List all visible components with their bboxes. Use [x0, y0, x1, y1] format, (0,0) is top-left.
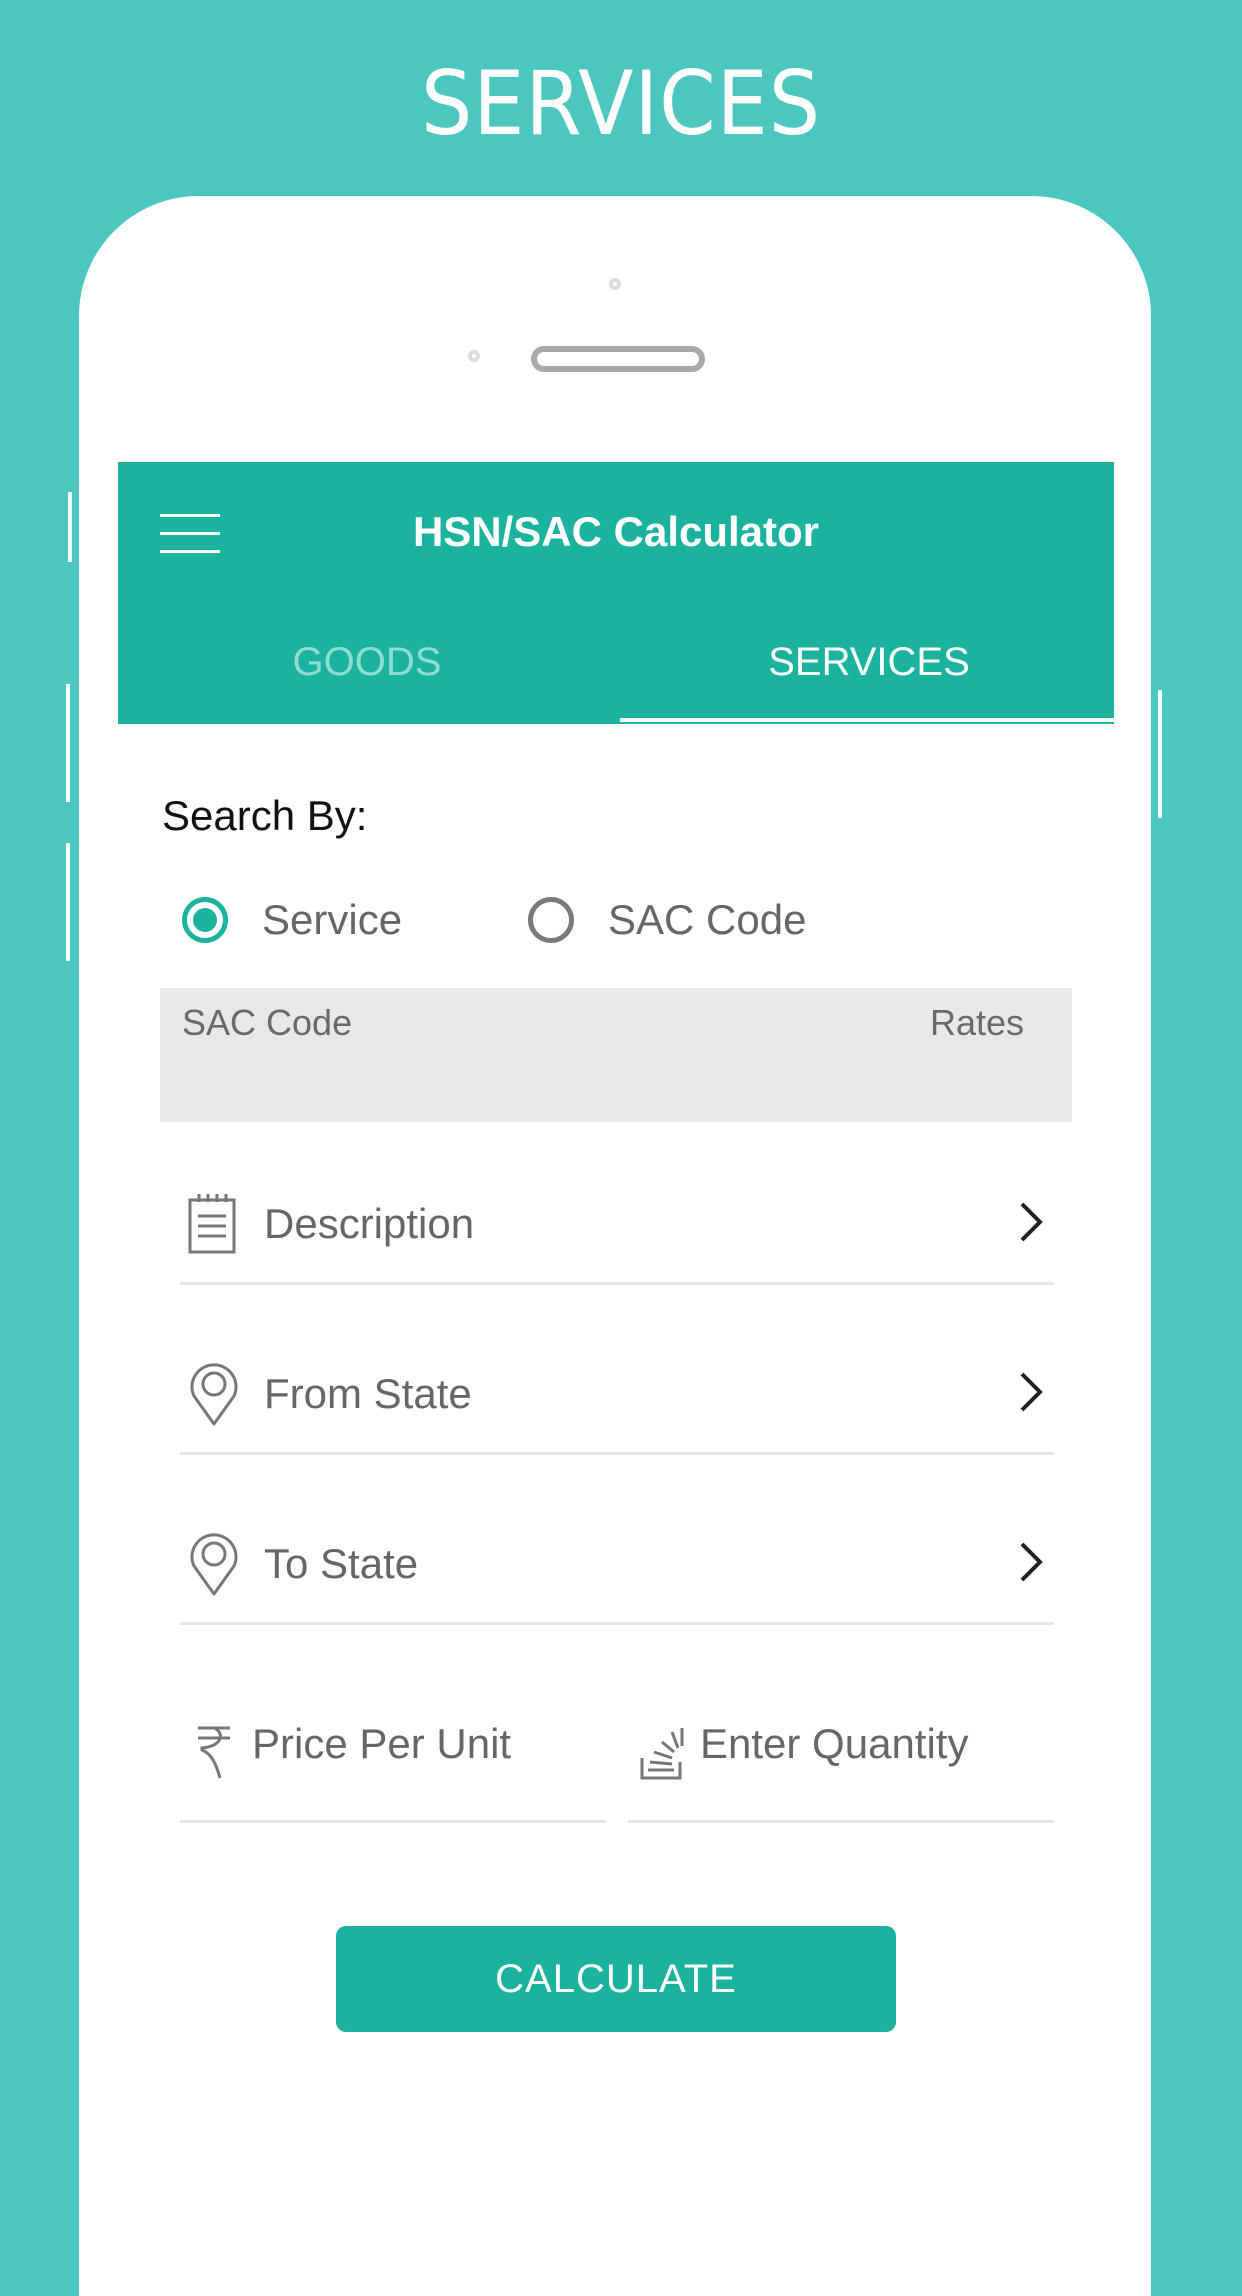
proximity-sensor	[468, 350, 480, 362]
stack-icon	[640, 1728, 684, 1780]
from-state-row[interactable]: From State	[180, 1332, 1054, 1455]
phone-volume-up-button	[66, 684, 70, 802]
row-label: Description	[264, 1200, 475, 1247]
promo-title: SERVICES	[420, 52, 822, 155]
tab-goods[interactable]: GOODS	[118, 632, 616, 720]
app-bar: HSN/SAC Calculator GOODS SERVICES	[118, 462, 1114, 724]
front-camera	[609, 278, 621, 290]
row-label: To State	[264, 1540, 419, 1587]
notepad-icon	[188, 1194, 236, 1254]
earpiece-speaker	[531, 346, 705, 372]
phone-volume-down-button	[66, 843, 70, 961]
chevron-right-icon	[1020, 1542, 1043, 1582]
search-by-label: Search By:	[162, 792, 368, 839]
phone-power-button	[1158, 690, 1162, 818]
radio-unchecked-icon	[528, 897, 574, 943]
to-state-row[interactable]: To State	[180, 1502, 1054, 1625]
phone-mute-switch	[68, 492, 72, 562]
rates-label: Rates	[929, 1002, 1024, 1043]
radio-label: Service	[262, 896, 403, 943]
quantity-field	[628, 1680, 1054, 1823]
chevron-right-icon	[1020, 1202, 1043, 1242]
chevron-right-icon	[1020, 1372, 1043, 1412]
location-pin-icon	[190, 1363, 238, 1426]
price-field	[180, 1680, 606, 1823]
row-label: From State	[264, 1370, 472, 1417]
app-screen: HSN/SAC Calculator GOODS SERVICES Search…	[118, 462, 1114, 2208]
sac-code-label: SAC Code	[182, 1002, 353, 1043]
result-box: SAC Code Rates	[160, 988, 1072, 1122]
description-row[interactable]: Description	[180, 1162, 1054, 1285]
radio-label: SAC Code	[608, 896, 807, 943]
tab-services[interactable]: SERVICES	[620, 632, 1118, 720]
rupee-icon	[198, 1726, 230, 1779]
price-per-unit-input[interactable]	[252, 1720, 592, 1768]
app-title: HSN/SAC Calculator	[412, 508, 820, 555]
quantity-input[interactable]	[700, 1720, 1050, 1768]
radio-sac-code[interactable]: SAC Code	[528, 890, 806, 950]
active-tab-indicator	[620, 718, 1114, 722]
radio-checked-icon	[182, 897, 228, 943]
location-pin-icon	[190, 1533, 238, 1596]
radio-service[interactable]: Service	[182, 890, 402, 950]
calculate-button[interactable]: CALCULATE	[336, 1926, 896, 2032]
